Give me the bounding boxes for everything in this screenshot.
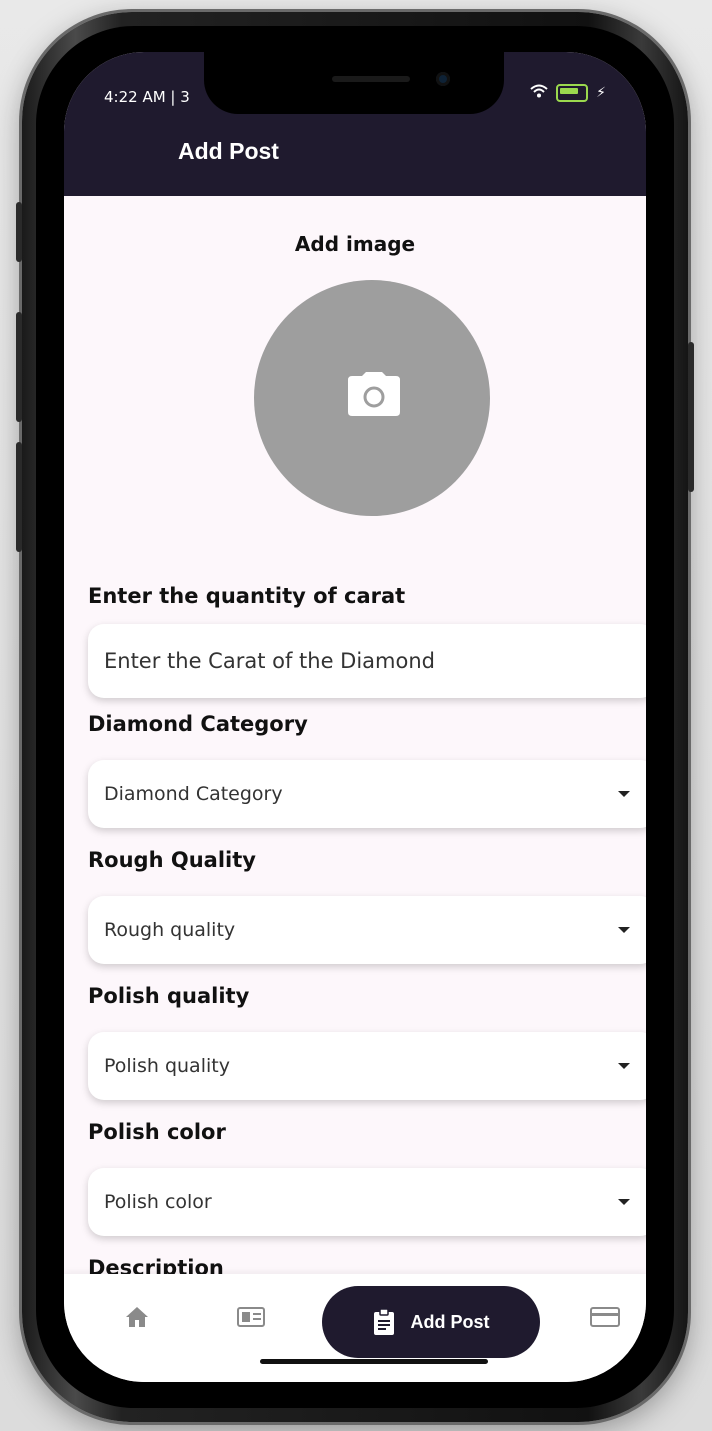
- polish-quality-label: Polish quality: [88, 984, 250, 1008]
- wifi-icon: [530, 84, 548, 102]
- add-image-label: Add image: [294, 232, 416, 256]
- rough-quality-dropdown[interactable]: Rough quality: [88, 896, 646, 964]
- clipboard-icon: [373, 1308, 394, 1335]
- carat-label: Enter the quantity of carat: [88, 584, 406, 608]
- camera-icon: [348, 372, 400, 416]
- rough-quality-label: Rough Quality: [88, 848, 256, 872]
- polish-color-label: Polish color: [88, 1120, 226, 1144]
- image-picker[interactable]: [254, 280, 490, 516]
- dropdown-arrow-icon: [618, 927, 630, 933]
- polish-quality-value: Polish quality: [104, 1055, 230, 1077]
- home-icon: [126, 1307, 148, 1327]
- nav-add-post-label: Add Post: [410, 1311, 490, 1332]
- front-camera: [436, 72, 450, 86]
- page-title: Add Post: [178, 138, 279, 164]
- charging-icon: ⚡: [596, 85, 606, 101]
- card-icon: [590, 1307, 620, 1327]
- carat-placeholder: Enter the Carat of the Diamond: [104, 649, 435, 673]
- polish-color-value: Polish color: [104, 1191, 212, 1213]
- dropdown-arrow-icon: [618, 1199, 630, 1205]
- status-icons: ⚡: [530, 84, 606, 102]
- dropdown-arrow-icon: [618, 791, 630, 797]
- silent-switch: [16, 202, 22, 262]
- bottom-nav: Add Post: [64, 1274, 646, 1382]
- volume-up-button: [16, 312, 22, 422]
- nav-payments[interactable]: [582, 1294, 628, 1340]
- category-value: Diamond Category: [104, 783, 283, 805]
- status-time: 4:22 AM | 3: [104, 88, 190, 106]
- nav-add-post[interactable]: Add Post: [322, 1286, 540, 1358]
- rough-quality-value: Rough quality: [104, 919, 236, 941]
- speaker-grille: [332, 76, 410, 82]
- dropdown-arrow-icon: [618, 1063, 630, 1069]
- phone-frame: 4:22 AM | 3 ⚡ Add Post Add image Enter t…: [16, 12, 694, 1422]
- nav-listings[interactable]: [228, 1294, 274, 1340]
- category-dropdown[interactable]: Diamond Category: [88, 760, 646, 828]
- power-button: [688, 342, 694, 492]
- phone-screen: 4:22 AM | 3 ⚡ Add Post Add image Enter t…: [64, 52, 646, 1382]
- battery-icon: [556, 84, 589, 102]
- category-label: Diamond Category: [88, 712, 308, 736]
- polish-quality-dropdown[interactable]: Polish quality: [88, 1032, 646, 1100]
- home-indicator: [260, 1359, 488, 1364]
- nav-home[interactable]: [114, 1294, 160, 1340]
- volume-down-button: [16, 442, 22, 552]
- id-card-icon: [237, 1307, 265, 1327]
- polish-color-dropdown[interactable]: Polish color: [88, 1168, 646, 1236]
- notch: [204, 52, 504, 114]
- carat-input[interactable]: Enter the Carat of the Diamond: [88, 624, 646, 698]
